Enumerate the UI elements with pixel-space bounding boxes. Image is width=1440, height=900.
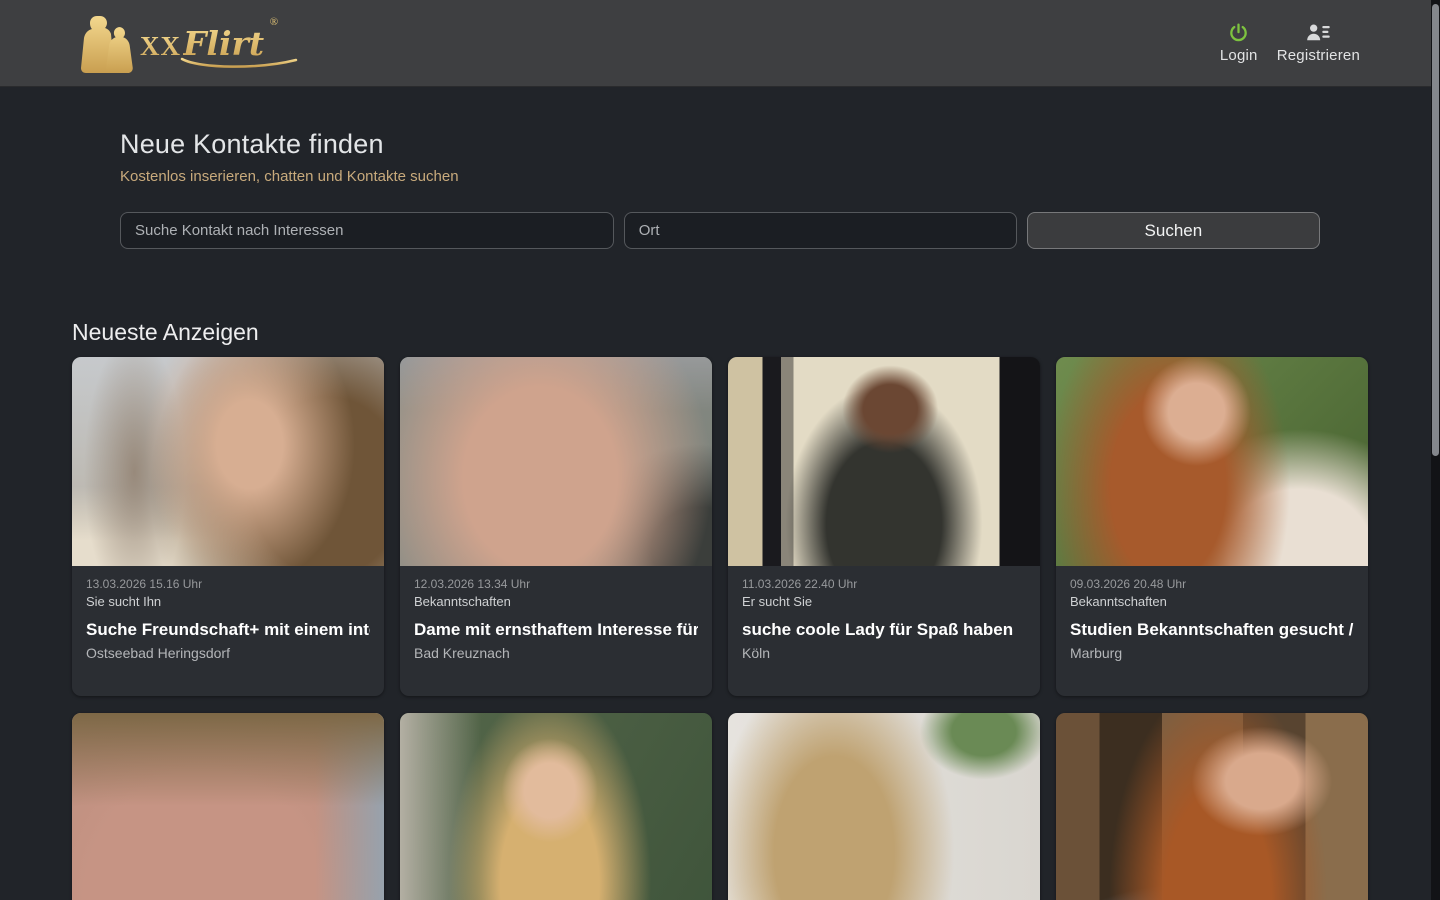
listing-photo-blonde-denim — [400, 713, 712, 900]
hero-section: Neue Kontakte finden Kostenlos inseriere… — [0, 129, 1440, 249]
listing-card[interactable]: 09.03.2026 20.48 Uhr Bekanntschaften Stu… — [1056, 357, 1368, 696]
listing-category: Bekanntschaften — [1070, 594, 1354, 609]
listing-card[interactable] — [1056, 713, 1368, 900]
listing-title: Suche Freundschaft+ mit einem inte... — [86, 620, 370, 640]
listing-photo-man-glasses — [400, 357, 712, 566]
register-label: Registrieren — [1277, 47, 1360, 64]
listing-card[interactable]: 13.03.2026 15.16 Uhr Sie sucht Ihn Suche… — [72, 357, 384, 696]
power-icon — [1228, 22, 1249, 43]
latest-listings-section: Neueste Anzeigen 13.03.2026 15.16 Uhr Si… — [72, 319, 1368, 900]
listing-category: Er sucht Sie — [742, 594, 1026, 609]
listing-photo-curly-hair-glasses — [728, 713, 1040, 900]
register-user-icon — [1305, 22, 1331, 43]
listing-location: Bad Kreuznach — [414, 645, 698, 661]
scrollbar-thumb[interactable] — [1432, 4, 1439, 456]
registered-trademark: ® — [270, 16, 278, 28]
listing-location: Marburg — [1070, 645, 1354, 661]
site-logo[interactable]: XX Flirt ® — [78, 12, 278, 74]
listing-photo-woman-eiffel-tower — [72, 357, 384, 566]
couple-silhouette-logo-icon — [78, 12, 136, 74]
search-submit-button[interactable]: Suchen — [1027, 212, 1320, 249]
page-subtitle: Kostenlos inserieren, chatten und Kontak… — [120, 168, 1320, 185]
search-interests-input[interactable] — [120, 212, 614, 249]
listing-date: 11.03.2026 22.40 Uhr — [742, 577, 1026, 591]
listing-photo-redhead-outdoors — [1056, 357, 1368, 566]
listing-date: 12.03.2026 13.34 Uhr — [414, 577, 698, 591]
search-location-input[interactable] — [624, 212, 1017, 249]
page-title: Neue Kontakte finden — [120, 129, 1320, 160]
listing-card[interactable] — [400, 713, 712, 900]
listing-title: Dame mit ernsthaftem Interesse für ... — [414, 620, 698, 640]
header: XX Flirt ® Login Registrieren — [0, 0, 1440, 87]
header-nav: Login Registrieren — [1215, 22, 1360, 64]
listing-photo-mirror-selfie — [728, 357, 1040, 566]
listings-grid: 13.03.2026 15.16 Uhr Sie sucht Ihn Suche… — [72, 357, 1368, 900]
listing-date: 13.03.2026 15.16 Uhr — [86, 577, 370, 591]
logo-swash-flourish — [180, 57, 298, 69]
listing-card[interactable]: 11.03.2026 22.40 Uhr Er sucht Sie suche … — [728, 357, 1040, 696]
listings-heading: Neueste Anzeigen — [72, 319, 1368, 346]
login-label: Login — [1220, 47, 1258, 64]
listing-title: suche coole Lady für Spaß haben — [742, 620, 1026, 640]
listing-date: 09.03.2026 20.48 Uhr — [1070, 577, 1354, 591]
listing-location: Ostseebad Heringsdorf — [86, 645, 370, 661]
search-bar: Suchen — [120, 212, 1320, 249]
listing-category: Sie sucht Ihn — [86, 594, 370, 609]
listing-location: Köln — [742, 645, 1026, 661]
vertical-scrollbar[interactable] — [1431, 0, 1440, 900]
listing-card[interactable] — [728, 713, 1040, 900]
listing-photo-redhead-library — [1056, 713, 1368, 900]
listing-card[interactable]: 12.03.2026 13.34 Uhr Bekanntschaften Dam… — [400, 357, 712, 696]
listing-photo-young-person-closeup — [72, 713, 384, 900]
listing-card[interactable] — [72, 713, 384, 900]
login-button[interactable]: Login — [1215, 22, 1263, 64]
register-button[interactable]: Registrieren — [1277, 22, 1360, 64]
listing-title: Studien Bekanntschaften gesucht / ... — [1070, 620, 1354, 640]
listing-category: Bekanntschaften — [414, 594, 698, 609]
logo-text-xx: XX — [140, 31, 181, 62]
